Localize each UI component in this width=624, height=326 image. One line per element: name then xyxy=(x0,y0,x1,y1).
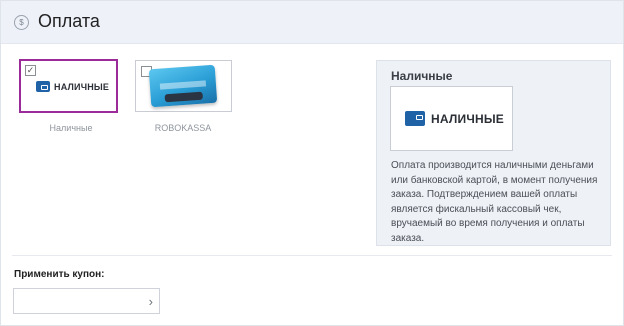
robokassa-card-image xyxy=(148,64,218,108)
coupon-input[interactable] xyxy=(14,289,146,313)
payment-option-cash[interactable]: ✓ НАЛИЧНЫЕ xyxy=(19,59,118,113)
coupon-field[interactable]: › xyxy=(13,288,160,314)
payment-option-robokassa[interactable] xyxy=(135,60,232,112)
wallet-icon xyxy=(36,81,50,92)
details-description: Оплата производится наличными деньгами и… xyxy=(391,160,598,244)
coin-icon: $ xyxy=(14,15,29,30)
details-title: Наличные xyxy=(391,69,453,83)
cash-caption: Наличные xyxy=(49,123,93,133)
payment-details-box: Наличные НАЛИЧНЫЕ Оплата производится на… xyxy=(376,60,611,246)
details-cash-logo: НАЛИЧНЫЕ xyxy=(405,111,504,126)
cash-logo: НАЛИЧНЫЕ xyxy=(36,81,109,92)
page-title: Оплата xyxy=(38,11,100,31)
details-logo-card: НАЛИЧНЫЕ xyxy=(390,86,513,151)
chevron-right-icon[interactable]: › xyxy=(149,294,153,309)
divider xyxy=(12,255,612,256)
robokassa-caption: ROBOKASSA xyxy=(154,123,212,133)
wallet-icon xyxy=(405,111,425,126)
cash-checkbox[interactable]: ✓ xyxy=(25,65,36,76)
details-logo-text: НАЛИЧНЫЕ xyxy=(431,111,504,126)
coupon-label: Применить купон: xyxy=(14,269,105,280)
payment-header: $ Оплата xyxy=(1,1,623,44)
payment-panel: $ Оплата ✓ НАЛИЧНЫЕ Наличные ROBOKASSA Н… xyxy=(0,0,624,326)
cash-logo-text: НАЛИЧНЫЕ xyxy=(54,81,110,92)
